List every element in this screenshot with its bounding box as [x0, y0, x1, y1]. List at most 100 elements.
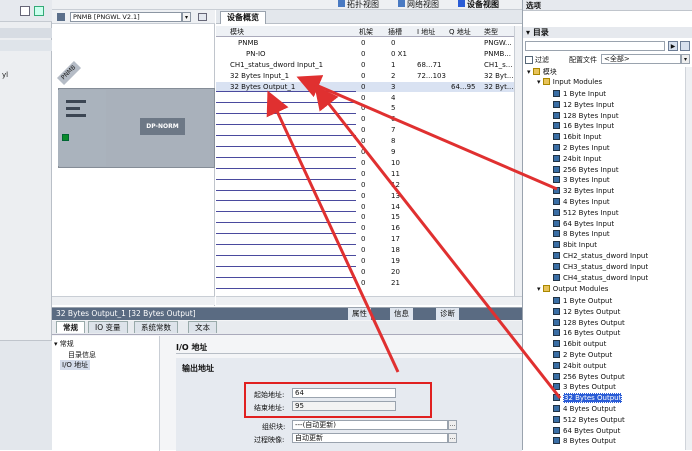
table-row[interactable]: 05 — [216, 103, 514, 115]
catalog-item[interactable]: CH3_status_dword Input — [553, 262, 648, 272]
overview-tab[interactable]: 设备概览 — [220, 11, 266, 24]
catalog-item[interactable]: 12 Bytes Input — [553, 100, 614, 110]
catalog-item[interactable]: 8 Bytes Output — [553, 436, 616, 446]
tab-io-tags[interactable]: IO 变量 — [88, 321, 128, 333]
filter-checkbox[interactable] — [525, 56, 533, 64]
table-row[interactable]: PNMB 0 0 PNGW... — [216, 38, 514, 49]
catalog-item[interactable]: 2 Byte Output — [553, 350, 612, 360]
catalog-item[interactable]: 512 Bytes Output — [553, 415, 625, 425]
profile-dropdown-icon[interactable]: ▾ — [681, 54, 690, 64]
table-row[interactable]: 07 — [216, 125, 514, 137]
dp-norm-module[interactable]: DP-NORM — [140, 118, 185, 135]
catalog-item[interactable]: CH4_status_dword Input — [553, 273, 648, 283]
table-row[interactable]: 09 — [216, 147, 514, 158]
catalog-item[interactable]: 16 Bytes Output — [553, 328, 620, 338]
catalog-title[interactable]: ▾ 目录 — [523, 27, 692, 38]
catalog-item[interactable]: 64 Bytes Input — [553, 219, 614, 229]
device-view-tab[interactable]: 设备视图 — [458, 0, 499, 10]
device-hscrollbar[interactable] — [52, 296, 215, 305]
properties-tab-props[interactable]: 属性 — [348, 308, 371, 320]
left-toolbar-save-icon[interactable] — [34, 6, 44, 16]
catalog-item[interactable]: 24bit Input — [553, 154, 601, 164]
table-row[interactable]: 06 — [216, 114, 514, 126]
catalog-item[interactable]: 3 Bytes Output — [553, 382, 616, 392]
properties-tab-info[interactable]: 信息 — [390, 308, 413, 320]
device-select-dropdown-icon[interactable]: ▾ — [182, 12, 191, 22]
table-row[interactable]: 0 13 — [216, 191, 514, 202]
table-row[interactable]: 04 — [216, 93, 514, 104]
nav-catalog-info[interactable]: 目录信息 — [68, 350, 96, 360]
table-row[interactable]: 08 — [216, 136, 514, 147]
table-row[interactable]: 0 15 — [216, 212, 514, 224]
tree-input-modules[interactable]: ▾ Input Modules — [537, 78, 602, 86]
catalog-search-input[interactable] — [525, 41, 665, 51]
nav-io-address[interactable]: I/O 地址 — [60, 360, 91, 370]
header-rack[interactable]: 机架 — [359, 27, 373, 37]
catalog-item[interactable]: 12 Bytes Output — [553, 307, 620, 317]
catalog-item[interactable]: 256 Bytes Output — [553, 372, 625, 382]
catalog-item[interactable]: 32 Bytes Input — [553, 186, 614, 196]
catalog-item[interactable]: 3 Bytes Input — [553, 175, 610, 185]
device-select[interactable]: PNMB [PNGWL V2.1] — [70, 12, 182, 22]
topology-view-tab[interactable]: 拓扑视图 — [338, 0, 379, 10]
table-row[interactable]: 0 16 — [216, 223, 514, 235]
profile-select[interactable]: <全部> — [601, 54, 681, 64]
table-row[interactable]: 0 12 — [216, 180, 514, 191]
header-q-address[interactable]: Q 地址 — [449, 27, 471, 37]
catalog-item[interactable]: 1 Byte Output — [553, 296, 612, 306]
catalog-item[interactable]: 16bit Input — [553, 132, 601, 142]
catalog-item[interactable]: 256 Bytes Input — [553, 165, 619, 175]
search-icon[interactable]: ▶ — [668, 41, 678, 51]
catalog-vscrollbar[interactable] — [685, 67, 692, 450]
tree-root-modules[interactable]: ▾ 模块 — [527, 67, 557, 77]
catalog-item[interactable]: 16bit output — [553, 339, 606, 349]
catalog-item[interactable]: 8bit Input — [553, 240, 597, 250]
catalog-item[interactable]: 2 Bytes Input — [553, 143, 610, 153]
table-row[interactable]: 0 17 — [216, 234, 514, 246]
catalog-item[interactable]: 32 Bytes Output — [553, 393, 623, 404]
tab-general[interactable]: 常规 — [56, 321, 85, 333]
nav-general[interactable]: ▾ 常规 — [54, 339, 74, 349]
catalog-item[interactable]: 16 Bytes Input — [553, 121, 614, 131]
table-row[interactable]: 0 14 — [216, 202, 514, 213]
table-row[interactable]: 0 11 — [216, 169, 514, 180]
table-row[interactable]: PN-IO 0 0 X1 PNMB... — [216, 49, 514, 60]
table-row[interactable]: 32 Bytes Output_1 0 3 64...95 32 Byt... — [216, 81, 514, 93]
org-block-field[interactable]: ---(自动更新) — [292, 420, 448, 430]
catalog-item[interactable]: 1 Byte Input — [553, 89, 606, 99]
header-module[interactable]: 模块 — [230, 27, 244, 37]
process-image-browse-button[interactable]: … — [448, 433, 457, 443]
org-block-browse-button[interactable]: … — [448, 420, 457, 430]
catalog-item[interactable]: 8 Bytes Input — [553, 229, 610, 239]
table-row[interactable]: 0 19 — [216, 256, 514, 267]
catalog-item[interactable]: CH2_status_dword Input — [553, 251, 648, 261]
tree-output-modules[interactable]: ▾ Output Modules — [537, 285, 608, 293]
table-row[interactable]: 0 10 — [216, 158, 514, 169]
left-toolbar-grid-icon[interactable] — [20, 6, 30, 16]
table-row[interactable]: 32 Bytes Input_1 0 2 72...103 32 Byt... — [216, 71, 514, 82]
table-row[interactable]: 0 21 — [216, 278, 514, 289]
properties-tab-diag[interactable]: 诊断 — [436, 308, 459, 320]
head-module[interactable] — [58, 90, 106, 166]
process-image-field[interactable]: 自动更新 — [292, 433, 448, 443]
catalog-item[interactable]: 128 Bytes Input — [553, 111, 619, 121]
device-toolbar-tool-icon[interactable] — [198, 13, 207, 21]
search-next-icon[interactable] — [680, 41, 690, 51]
catalog-item[interactable]: 24bit output — [553, 361, 606, 371]
catalog-item[interactable]: 512 Bytes Input — [553, 208, 619, 218]
catalog-item[interactable]: 4 Bytes Output — [553, 404, 616, 414]
network-view-tab[interactable]: 网络视图 — [398, 0, 439, 10]
catalog-item[interactable]: 4 Bytes Input — [553, 197, 610, 207]
catalog-item[interactable]: 64 Bytes Output — [553, 426, 620, 436]
table-row[interactable]: CH1_status_dword Input_1 0 1 68...71 CH1_s..… — [216, 60, 514, 71]
header-type[interactable]: 类型 — [484, 27, 498, 37]
catalog-item[interactable]: 128 Bytes Output — [553, 318, 625, 328]
tab-system-constants[interactable]: 系统常数 — [134, 321, 178, 333]
header-i-address[interactable]: I 地址 — [417, 27, 435, 37]
table-row[interactable]: 0 20 — [216, 267, 514, 278]
overview-vscrollbar[interactable] — [514, 26, 522, 296]
table-row[interactable]: 0 18 — [216, 245, 514, 256]
tab-texts[interactable]: 文本 — [188, 321, 217, 333]
left-panel-row[interactable] — [0, 40, 52, 51]
header-slot[interactable]: 插槽 — [388, 27, 402, 37]
